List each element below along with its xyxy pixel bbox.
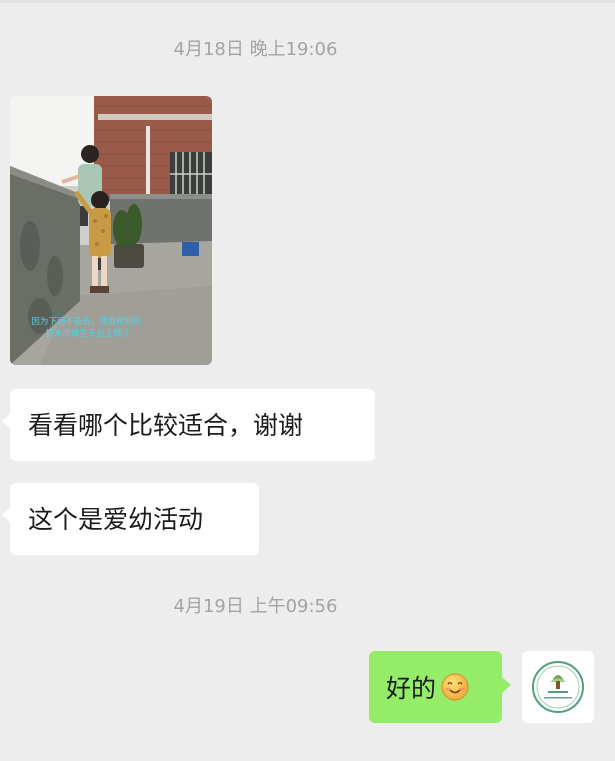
avatar-logo-icon — [522, 651, 594, 723]
user-avatar[interactable] — [522, 651, 594, 723]
reply-bubble[interactable]: 好的 — [369, 651, 511, 723]
photo-message[interactable]: 因为下雨不能去，我就帮奶奶 把东西放在天台上晒了 — [10, 96, 212, 365]
timestamp: 4月18日 晚上19:06 — [173, 39, 338, 60]
message-text: 这个是爱幼活动 — [28, 504, 204, 534]
timestamp: 4月19日 上午09:56 — [173, 596, 338, 617]
message-bubble[interactable]: 这个是爱幼活动 — [2, 483, 259, 555]
smile-emoji-icon — [441, 673, 469, 701]
reply-text: 好的 — [386, 674, 437, 703]
top-divider — [0, 0, 615, 3]
message-text: 看看哪个比较适合，谢谢 — [28, 410, 304, 440]
photo-image: 因为下雨不能去，我就帮奶奶 把东西放在天台上晒了 — [10, 96, 212, 365]
message-bubble[interactable]: 看看哪个比较适合，谢谢 — [2, 389, 375, 461]
